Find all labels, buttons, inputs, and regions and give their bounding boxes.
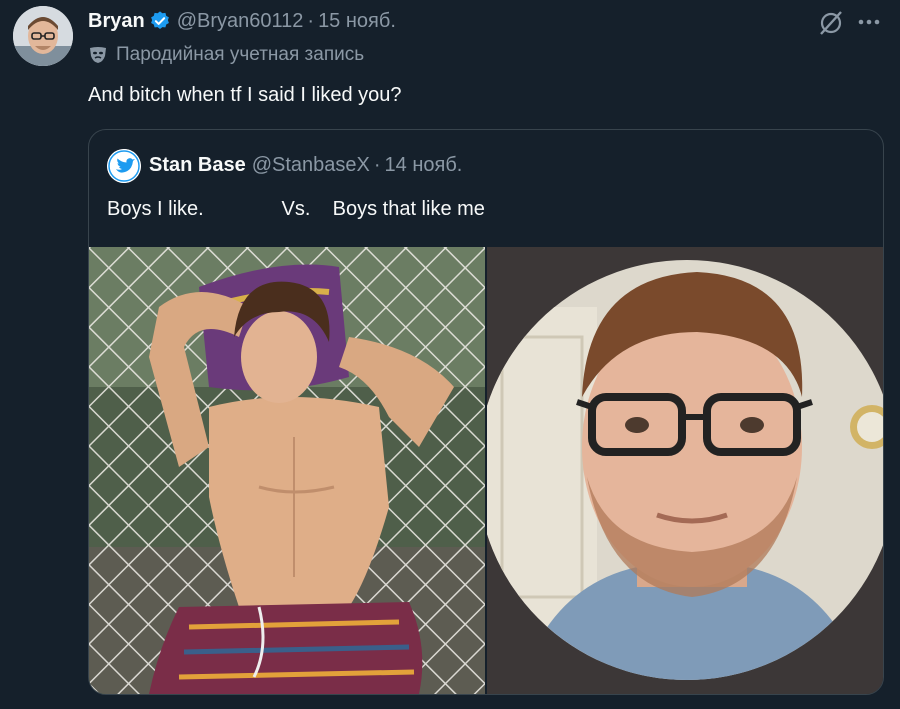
tweet-date[interactable]: 15 нояб. xyxy=(318,10,396,33)
author-handle[interactable]: @Bryan60112 xyxy=(177,10,304,33)
quote-text: Boys I like. Vs. Boys that like me xyxy=(107,198,485,220)
quote-header: Stan Base @StanbaseX · 14 нояб. xyxy=(149,154,462,177)
quote-date: 14 нояб. xyxy=(384,154,463,176)
parody-label: Пародийная учетная запись xyxy=(88,44,364,66)
verified-badge-icon xyxy=(149,10,171,32)
tweet-text: And bitch when tf I said I liked you? xyxy=(88,84,402,106)
parody-label-text: Пародийная учетная запись xyxy=(116,44,365,65)
quote-author-avatar[interactable] xyxy=(107,149,141,183)
media-image-right[interactable] xyxy=(487,247,883,694)
mask-icon xyxy=(88,45,108,65)
grok-icon[interactable] xyxy=(818,10,844,36)
tweet-header: Bryan @Bryan60112 · 15 нояб. xyxy=(88,8,396,34)
quote-media xyxy=(89,247,883,694)
quote-author-name: Stan Base xyxy=(149,154,246,176)
separator-dot: · xyxy=(307,9,315,32)
more-icon[interactable] xyxy=(855,10,883,34)
quoted-tweet[interactable]: Stan Base @StanbaseX · 14 нояб. Boys I l… xyxy=(88,129,884,695)
quote-separator-dot: · xyxy=(373,154,381,176)
quote-author-handle: @StanbaseX xyxy=(251,154,370,176)
tweet: Bryan @Bryan60112 · 15 нояб. Пародийная … xyxy=(0,0,900,709)
author-avatar[interactable] xyxy=(13,6,73,66)
author-name[interactable]: Bryan xyxy=(88,10,145,33)
media-image-left[interactable] xyxy=(89,247,485,694)
